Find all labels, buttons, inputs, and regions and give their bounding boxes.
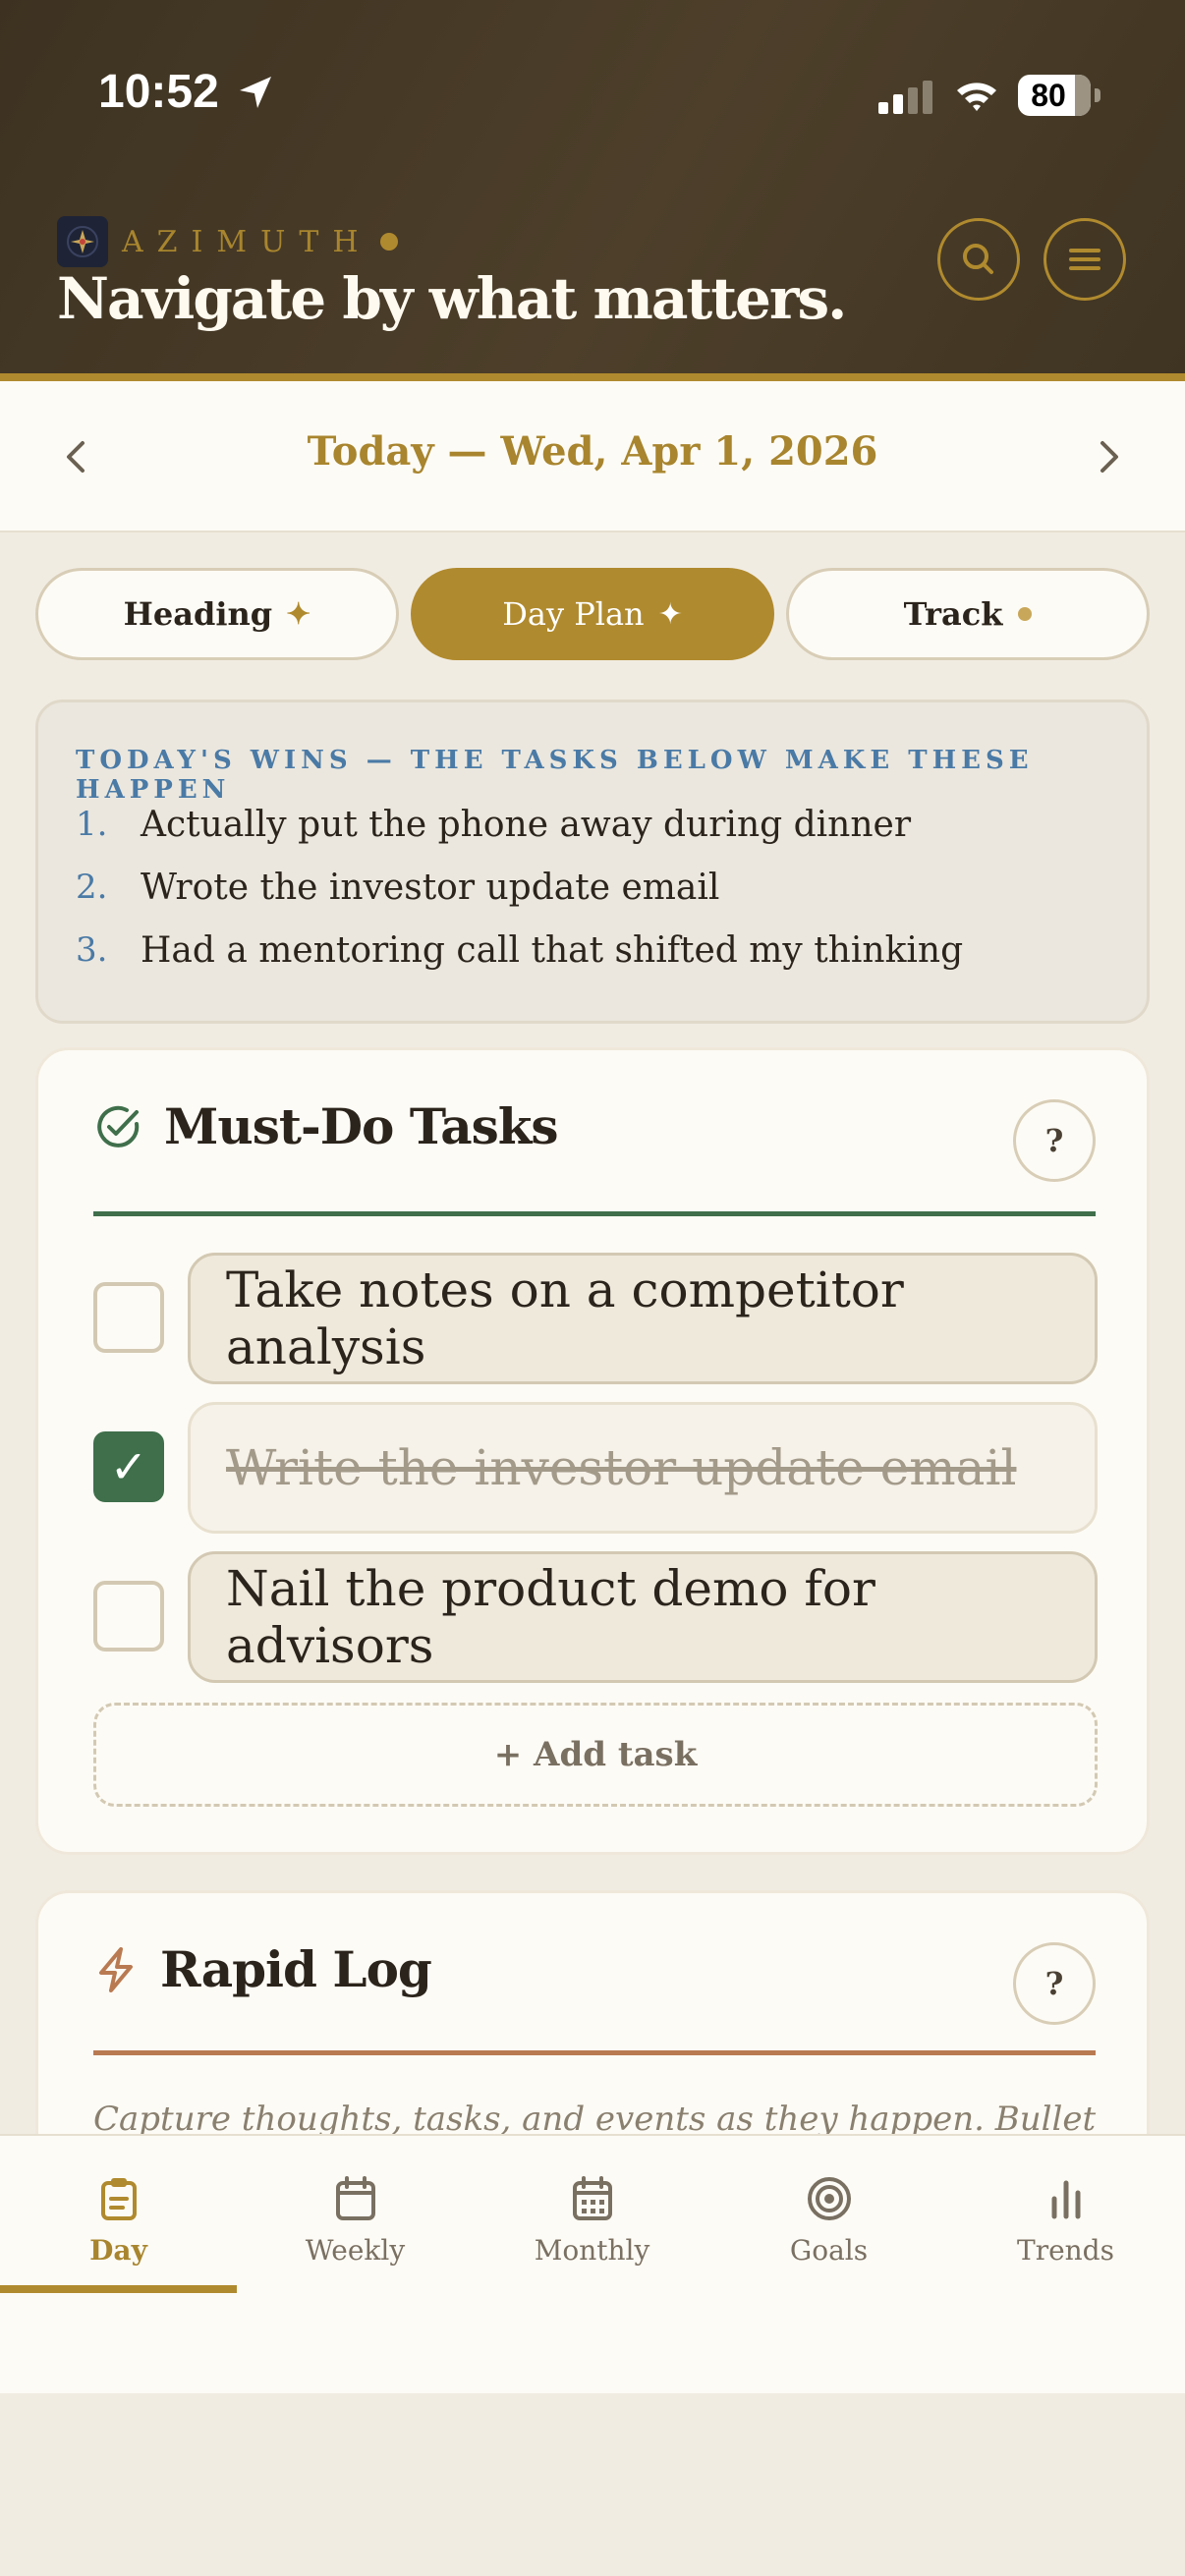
nav-weekly[interactable]: Weekly bbox=[237, 2175, 474, 2293]
next-day-button[interactable] bbox=[1085, 432, 1134, 481]
brand: AZIMUTH bbox=[57, 216, 398, 267]
wins-title: TODAY'S WINS — THE TASKS BELOW MAKE THES… bbox=[76, 746, 1034, 805]
home-indicator-area bbox=[0, 2393, 1185, 2576]
brand-name: AZIMUTH bbox=[122, 224, 372, 259]
compass-logo-icon bbox=[57, 216, 108, 267]
date-navigator: Today — Wed, Apr 1, 2026 bbox=[0, 381, 1185, 532]
todays-wins-card: TODAY'S WINS — THE TASKS BELOW MAKE THES… bbox=[35, 700, 1150, 1024]
task-checkbox[interactable] bbox=[93, 1581, 164, 1652]
bottom-navigation: Day Weekly Monthly Goals Trends bbox=[0, 2134, 1185, 2393]
must-do-title: Must-Do Tasks bbox=[164, 1097, 559, 1155]
divider bbox=[93, 2050, 1096, 2055]
tab-label: Track bbox=[903, 595, 1003, 633]
task-checkbox[interactable] bbox=[93, 1282, 164, 1353]
win-text: Wrote the investor update email bbox=[141, 868, 720, 908]
clipboard-icon bbox=[100, 2178, 137, 2220]
nav-day[interactable]: Day bbox=[0, 2175, 237, 2293]
win-number: 2. bbox=[76, 868, 108, 907]
app-header: 10:52 80 AZIMUTH Navigate by what matter… bbox=[0, 0, 1185, 381]
hamburger-menu-icon bbox=[1069, 249, 1100, 270]
nav-monthly[interactable]: Monthly bbox=[474, 2175, 710, 2293]
status-bar: 10:52 80 bbox=[0, 59, 1185, 128]
task-input[interactable]: Take notes on a competitor analysis bbox=[188, 1253, 1098, 1384]
win-number: 1. bbox=[76, 805, 108, 844]
tab-heading[interactable]: Heading ✦ bbox=[35, 568, 399, 660]
battery-indicator: 80 bbox=[1018, 75, 1100, 116]
task-checkbox-checked[interactable]: ✓ bbox=[93, 1431, 164, 1502]
nav-trends[interactable]: Trends bbox=[947, 2175, 1184, 2293]
tab-track[interactable]: Track bbox=[786, 568, 1150, 660]
rapid-log-header: Rapid Log bbox=[93, 1940, 432, 1998]
win-text: Actually put the phone away during dinne… bbox=[141, 805, 912, 845]
win-number: 3. bbox=[76, 930, 108, 970]
menu-button[interactable] bbox=[1044, 218, 1126, 301]
win-text: Had a mentoring call that shifted my thi… bbox=[141, 930, 964, 971]
target-icon bbox=[807, 2177, 851, 2220]
task-row: Nail the product demo for advisors bbox=[93, 1551, 1098, 1683]
status-time: 10:52 bbox=[98, 66, 219, 118]
nav-label: Monthly bbox=[534, 2234, 650, 2267]
brand-dot bbox=[379, 233, 398, 251]
task-row: Take notes on a competitor analysis bbox=[93, 1253, 1098, 1384]
win-item: 3. Had a mentoring call that shifted my … bbox=[76, 930, 963, 971]
win-item: 2. Wrote the investor update email bbox=[76, 868, 719, 908]
task-row: ✓ Write the investor update email bbox=[93, 1402, 1098, 1534]
must-do-help-button[interactable]: ? bbox=[1013, 1099, 1096, 1182]
chevron-right-icon bbox=[1100, 441, 1118, 473]
view-tabs: Heading ✦ Day Plan ✦ Track bbox=[35, 568, 1150, 660]
search-icon bbox=[963, 244, 993, 274]
calendar-grid-icon bbox=[572, 2176, 612, 2220]
nav-label: Trends bbox=[1017, 2234, 1114, 2267]
add-task-button[interactable]: + Add task bbox=[93, 1703, 1098, 1807]
search-button[interactable] bbox=[937, 218, 1020, 301]
check-circle-icon bbox=[97, 1105, 140, 1148]
nav-label: Day bbox=[89, 2234, 147, 2267]
tab-label: Heading bbox=[123, 595, 273, 633]
location-arrow-icon bbox=[240, 77, 271, 108]
cellular-signal-icon bbox=[878, 81, 932, 114]
divider bbox=[93, 1211, 1096, 1216]
sparkle-icon: ✦ bbox=[657, 596, 683, 632]
win-item: 1. Actually put the phone away during di… bbox=[76, 805, 911, 845]
wifi-icon bbox=[957, 83, 996, 111]
calendar-icon bbox=[335, 2176, 375, 2220]
rapid-log-title: Rapid Log bbox=[160, 1940, 432, 1998]
sparkle-icon: ✦ bbox=[286, 596, 311, 632]
rapid-log-description: Capture thoughts, tasks, and events as t… bbox=[93, 2100, 1097, 2139]
tab-label: Day Plan bbox=[502, 595, 645, 633]
must-do-card: Must-Do Tasks ? Take notes on a competit… bbox=[35, 1047, 1150, 1855]
nav-goals[interactable]: Goals bbox=[710, 2175, 947, 2293]
task-input[interactable]: Nail the product demo for advisors bbox=[188, 1551, 1098, 1683]
rapid-log-help-button[interactable]: ? bbox=[1013, 1942, 1096, 2025]
dot-icon bbox=[1018, 607, 1033, 621]
battery-level: 80 bbox=[1031, 78, 1066, 113]
active-tab-indicator bbox=[0, 2285, 237, 2293]
lightning-bolt-icon bbox=[99, 1946, 133, 1992]
tab-day-plan[interactable]: Day Plan ✦ bbox=[411, 568, 774, 660]
task-input[interactable]: Write the investor update email bbox=[188, 1402, 1098, 1534]
tagline: Navigate by what matters. bbox=[57, 265, 847, 332]
bar-chart-icon bbox=[1051, 2180, 1080, 2219]
nav-label: Goals bbox=[789, 2234, 869, 2267]
nav-label: Weekly bbox=[305, 2234, 406, 2267]
current-date-label[interactable]: Today — Wed, Apr 1, 2026 bbox=[0, 428, 1185, 475]
must-do-header: Must-Do Tasks bbox=[93, 1097, 559, 1155]
